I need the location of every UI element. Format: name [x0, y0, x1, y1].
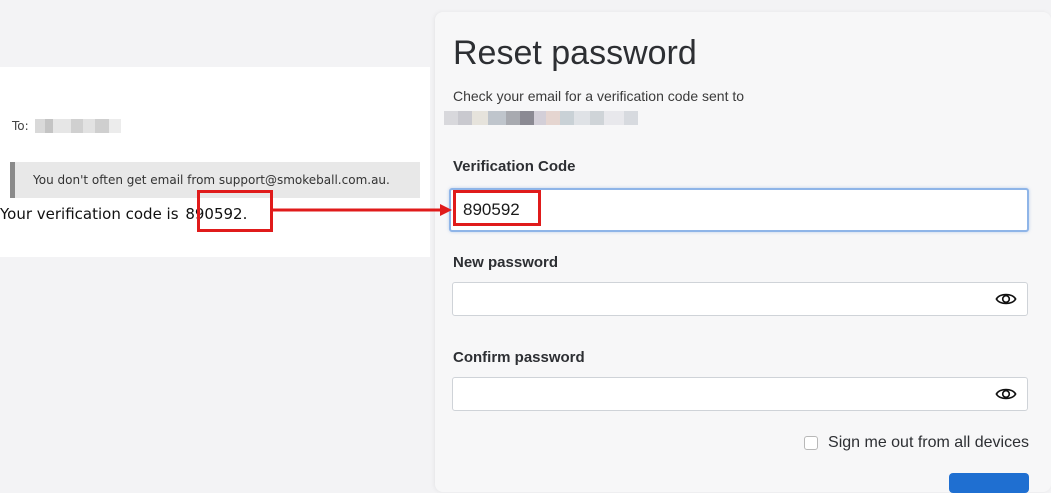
signout-label: Sign me out from all devices — [828, 434, 1029, 451]
signout-checkbox[interactable] — [804, 436, 819, 450]
verification-code-input[interactable] — [463, 190, 983, 230]
confirm-password-field[interactable] — [452, 377, 1028, 411]
code-line-value: 890592. — [185, 205, 248, 223]
external-sender-warning: You don't often get email from support@s… — [10, 162, 420, 198]
redacted-recipient — [34, 119, 121, 133]
email-recipient: To: — [12, 119, 121, 133]
new-password-input[interactable] — [465, 283, 985, 315]
reset-password-card: Reset password Check your email for a ve… — [435, 12, 1051, 493]
email-pane: To: You don't often get email from suppo… — [0, 67, 430, 257]
verification-code-line: Your verification code is 890592. — [0, 205, 247, 223]
new-password-label: New password — [453, 254, 559, 271]
code-line-text: Your verification code is — [0, 205, 179, 223]
verification-code-label: Verification Code — [453, 158, 576, 175]
reset-subtitle: Check your email for a verification code… — [453, 88, 745, 104]
email-to-label: To: — [12, 119, 29, 133]
page-title: Reset password — [453, 34, 697, 72]
signout-all-devices-option[interactable]: Sign me out from all devices — [804, 434, 1029, 452]
submit-button[interactable] — [949, 473, 1029, 493]
verification-code-field[interactable] — [449, 188, 1029, 232]
eye-icon[interactable] — [995, 290, 1017, 308]
confirm-password-input[interactable] — [465, 378, 985, 410]
new-password-field[interactable] — [452, 282, 1028, 316]
confirm-password-label: Confirm password — [453, 349, 585, 366]
redacted-email-address — [444, 111, 638, 125]
eye-icon[interactable] — [995, 385, 1017, 403]
